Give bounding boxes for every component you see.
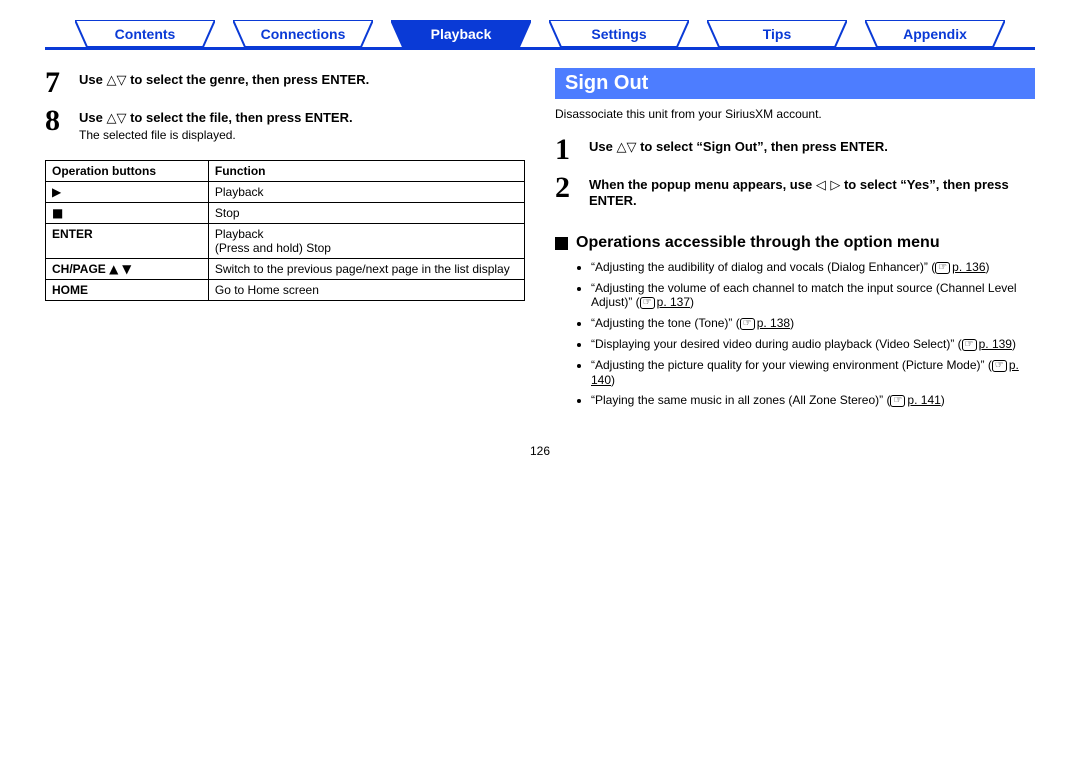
list-item: “Adjusting the tone (Tone)” (☞p. 138) — [591, 316, 1035, 331]
top-nav: Contents Connections Playback Settings T… — [45, 20, 1035, 48]
table-row: ▶ Playback — [46, 182, 525, 203]
step-7: 7 Use △▽ to select the genre, then press… — [45, 68, 525, 98]
list-item: “Playing the same music in all zones (Al… — [591, 393, 1035, 408]
pointer-icon: ☞ — [890, 395, 905, 407]
pointer-icon: ☞ — [935, 262, 950, 274]
tab-label: Tips — [763, 26, 792, 42]
tab-connections[interactable]: Connections — [233, 20, 373, 48]
table-row: ■ Stop — [46, 203, 525, 224]
page-link[interactable]: p. 137 — [657, 295, 690, 309]
step-title: Use △▽ to select “Sign Out”, then press … — [589, 139, 888, 154]
step-title: When the popup menu appears, use ◁ ▷ to … — [589, 177, 1009, 208]
section-title: Sign Out — [555, 68, 1035, 99]
table-row: ENTER Playback (Press and hold) Stop — [46, 224, 525, 259]
pointer-icon: ☞ — [740, 318, 755, 330]
page-link[interactable]: p. 138 — [757, 316, 790, 330]
step-number: 8 — [45, 106, 79, 142]
page-number: 126 — [45, 444, 1035, 458]
stop-icon: ■ — [52, 206, 63, 220]
left-column: 7 Use △▽ to select the genre, then press… — [45, 68, 525, 414]
sub-heading: Operations accessible through the option… — [555, 234, 1035, 252]
tab-label: Playback — [431, 26, 492, 42]
list-item: “Adjusting the picture quality for your … — [591, 358, 1035, 387]
pointer-icon: ☞ — [992, 360, 1007, 372]
page-link[interactable]: p. 139 — [979, 337, 1012, 351]
step-1: 1 Use △▽ to select “Sign Out”, then pres… — [555, 135, 1035, 165]
pointer-icon: ☞ — [640, 297, 655, 309]
step-note: The selected file is displayed. — [79, 128, 353, 142]
step-number: 1 — [555, 135, 589, 165]
tab-label: Contents — [115, 26, 176, 42]
step-title: Use △▽ to select the file, then press EN… — [79, 110, 353, 125]
table-header: Function — [208, 161, 524, 182]
list-item: “Displaying your desired video during au… — [591, 337, 1035, 352]
tab-tips[interactable]: Tips — [707, 20, 847, 48]
pointer-icon: ☞ — [962, 339, 977, 351]
page-link[interactable]: p. 141 — [907, 393, 940, 407]
step-8: 8 Use △▽ to select the file, then press … — [45, 106, 525, 142]
tab-label: Appendix — [903, 26, 967, 42]
step-2: 2 When the popup menu appears, use ◁ ▷ t… — [555, 173, 1035, 208]
tab-playback[interactable]: Playback — [391, 20, 531, 48]
page-link[interactable]: p. 136 — [952, 260, 985, 274]
page-up-down-icon: ▲ ▼ — [109, 262, 131, 276]
step-title: Use △▽ to select the genre, then press E… — [79, 72, 369, 87]
list-item: “Adjusting the volume of each channel to… — [591, 281, 1035, 310]
table-header: Operation buttons — [46, 161, 209, 182]
section-desc: Disassociate this unit from your SiriusX… — [555, 107, 1035, 121]
step-number: 7 — [45, 68, 79, 98]
tab-settings[interactable]: Settings — [549, 20, 689, 48]
table-row: HOME Go to Home screen — [46, 280, 525, 301]
tab-label: Settings — [591, 26, 646, 42]
play-icon: ▶ — [52, 185, 61, 199]
right-column: Sign Out Disassociate this unit from you… — [555, 68, 1035, 414]
tab-appendix[interactable]: Appendix — [865, 20, 1005, 48]
step-number: 2 — [555, 173, 589, 208]
tab-contents[interactable]: Contents — [75, 20, 215, 48]
tab-label: Connections — [261, 26, 346, 42]
operation-table: Operation buttons Function ▶ Playback ■ … — [45, 160, 525, 301]
square-bullet-icon — [555, 237, 568, 250]
option-menu-list: “Adjusting the audibility of dialog and … — [591, 260, 1035, 408]
table-row: CH/PAGE ▲ ▼ Switch to the previous page/… — [46, 259, 525, 280]
list-item: “Adjusting the audibility of dialog and … — [591, 260, 1035, 275]
